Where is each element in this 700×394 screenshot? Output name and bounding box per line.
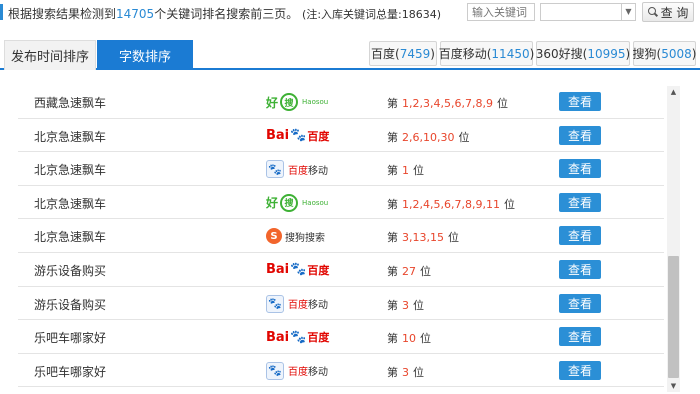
view-button[interactable]: 查看 <box>559 159 601 179</box>
keyword-input[interactable] <box>467 3 535 21</box>
baidu-mobile-logo-icon: 🐾 百度移动 <box>266 159 346 179</box>
query-label: 查 询 <box>660 5 689 20</box>
keyword-cell: 西藏急速飘车 <box>34 96 107 110</box>
summary-note: (注:入库关键词总量:18634) <box>302 8 442 21</box>
rank-cell: 第 10 位 <box>387 332 431 346</box>
view-button[interactable]: 查看 <box>559 327 601 347</box>
scrollbar[interactable]: ▲ ▼ <box>667 86 680 392</box>
rank-cell: 第 3,13,15 位 <box>387 231 459 245</box>
engine-filter-sogou[interactable]: 搜狗(5008) <box>633 41 696 66</box>
search-icon <box>647 7 658 17</box>
keyword-cell: 乐吧车哪家好 <box>34 364 107 379</box>
view-button[interactable]: 查看 <box>559 226 601 246</box>
keyword-select[interactable]: ▼ <box>540 3 636 21</box>
keyword-cell: 北京急速飘车 <box>34 230 107 245</box>
rank-cell: 第3位 <box>387 365 424 379</box>
engine-filter-baidu-mobile[interactable]: 百度移动(11450) <box>439 41 534 66</box>
title-marker <box>0 4 3 20</box>
tab-publish-time[interactable]: 发布时间排序 <box>4 40 96 70</box>
keyword-cell: 北京急速飘车 <box>34 129 107 144</box>
keyword-cell: 乐吧车哪家好 <box>34 331 107 346</box>
keyword-cell: 北京急速飘车 <box>34 163 107 178</box>
view-button[interactable]: 查看 <box>559 92 601 111</box>
table-row: 北京急速飘车 Bai 🐾 百度 第 2,6,10,30 位 查看 <box>18 119 664 153</box>
view-button[interactable]: 查看 <box>559 360 601 380</box>
table-row: 乐吧车哪家好 Bai 🐾 百度 第 10 位 查看 <box>18 320 664 354</box>
ranking-list: 西藏急速飘车好搜 Haosou 第 1,2,3,4,5,6,7,8,9 位查看 北京急速飘… <box>18 85 664 388</box>
sogou-logo-icon: S 搜狗搜索 <box>266 226 346 246</box>
chevron-down-icon[interactable]: ▼ <box>621 4 635 20</box>
scrollbar-thumb[interactable] <box>668 256 679 378</box>
rank-cell: 第1位 <box>387 164 424 178</box>
view-button[interactable]: 查看 <box>559 192 601 212</box>
rank-cell: 第 2,6,10,30 位 <box>387 130 470 144</box>
keyword-count: 14705 <box>116 7 155 21</box>
table-row: 北京急速飘车 好搜 Haosou 第 1,2,4,5,6,7,8,9,11 位 查看 <box>18 186 664 220</box>
table-row: 游乐设备购买 Bai 🐾 百度 第 27 位 查看 <box>18 253 664 287</box>
haosou-logo-icon: 好搜 Haosou <box>266 193 346 213</box>
scroll-down-arrow-icon[interactable]: ▼ <box>667 380 680 392</box>
baidu-logo-icon: Bai 🐾 百度 <box>266 262 330 278</box>
rank-cell: 第 1,2,4,5,6,7,8,9,11 位 <box>387 197 515 211</box>
view-button[interactable]: 查看 <box>559 293 601 313</box>
rank-cell: 第3位 <box>387 298 424 312</box>
view-button[interactable]: 查看 <box>559 125 601 145</box>
summary-prefix: 根据搜索结果检测到 <box>8 7 117 21</box>
query-button[interactable]: 查 询 <box>642 2 694 22</box>
summary-text: 根据搜索结果检测到14705个关键词排名搜索前三页。 (注:入库关键词总量:18… <box>8 5 441 22</box>
engine-filter-baidu[interactable]: 百度(7459) <box>369 41 437 66</box>
table-row: 西藏急速飘车 好搜 Haosou 第 1,2,3,4,5,6,7,8,9 位 查看 <box>18 85 664 119</box>
table-row: 北京急速飘车 S 搜狗搜索 第 3,13,15 位 查看 <box>18 219 664 253</box>
scroll-up-arrow-icon[interactable]: ▲ <box>667 86 680 98</box>
baidu-mobile-logo-icon: 🐾 百度移动 <box>266 361 346 381</box>
engine-filter-360[interactable]: 360好搜(10995) <box>536 41 630 66</box>
view-button[interactable]: 查看 <box>559 259 601 279</box>
baidu-logo-icon: Bai 🐾 百度 <box>266 128 330 144</box>
tab-word-count[interactable]: 字数排序 <box>97 40 193 70</box>
table-row: 北京急速飘车 🐾 百度移动 第 1 位 查看 <box>18 152 664 186</box>
table-row: 乐吧车哪家好 🐾 百度移动 第 3 位 查看 <box>18 354 664 388</box>
rank-cell: 第 1,2,3,4,5,6,7,8,9 位 <box>387 97 508 110</box>
top-bar: 根据搜索结果检测到14705个关键词排名搜索前三页。 (注:入库关键词总量:18… <box>0 0 700 26</box>
baidu-logo-icon: Bai 🐾 百度 <box>266 329 330 345</box>
keyword-cell: 北京急速飘车 <box>34 196 107 211</box>
keyword-cell: 游乐设备购买 <box>34 297 107 312</box>
table-row: 游乐设备购买 🐾 百度移动 第 3 位 查看 <box>18 287 664 321</box>
rank-cell: 第 27 位 <box>387 264 431 278</box>
baidu-mobile-logo-icon: 🐾 百度移动 <box>266 294 346 314</box>
keyword-cell: 游乐设备购买 <box>34 263 107 278</box>
haosou-logo-icon: 好搜 Haosou <box>266 92 346 112</box>
summary-suffix: 个关键词排名搜索前三页。 <box>154 7 299 21</box>
